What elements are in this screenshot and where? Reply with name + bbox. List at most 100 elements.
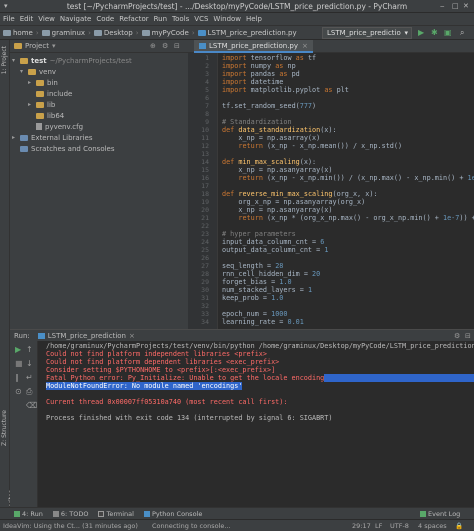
- settings-icon[interactable]: ⚙: [454, 332, 460, 340]
- project-tool-tab[interactable]: 1: Project: [1, 46, 8, 74]
- tool-tab-run[interactable]: 4: Run: [14, 510, 43, 518]
- menu-edit[interactable]: Edit: [20, 15, 34, 23]
- folder-icon: [3, 29, 11, 36]
- menu-navigate[interactable]: Navigate: [60, 15, 91, 23]
- tree-item-label: venv: [39, 67, 57, 76]
- up-icon[interactable]: ↑: [26, 345, 33, 354]
- editor-tab-label: LSTM_price_prediction.py: [209, 41, 299, 50]
- lock-icon[interactable]: 🔒: [455, 522, 463, 530]
- run-console[interactable]: /home/graminux/PycharmProjects/test/venv…: [38, 341, 474, 507]
- tree-item-label: bin: [47, 78, 58, 87]
- file-encoding[interactable]: UTF-8: [390, 522, 409, 530]
- code-line: return (x_np * (org_x_np.max() - org_x_n…: [238, 214, 474, 222]
- run-config-tab[interactable]: LSTM_price_prediction: [48, 332, 126, 340]
- trash-icon[interactable]: ⌫: [26, 401, 37, 410]
- close-icon[interactable]: ✕: [463, 2, 469, 10]
- pin-icon[interactable]: ⊙: [15, 387, 22, 396]
- bug-icon[interactable]: ✱: [431, 28, 438, 37]
- project-icon: [14, 43, 22, 49]
- play-icon[interactable]: ▶: [418, 28, 424, 37]
- close-tab-icon[interactable]: ×: [129, 332, 135, 340]
- tree-item-test[interactable]: ▾ test ~/PycharmProjects/test: [12, 55, 132, 66]
- tree-item-scratches[interactable]: Scratches and Consoles: [20, 143, 115, 154]
- rerun-icon[interactable]: ▶: [15, 345, 21, 354]
- menu-help[interactable]: Help: [246, 15, 262, 23]
- breadcrumb-file[interactable]: LSTM_price_prediction.py: [197, 29, 297, 37]
- console-line: /home/graminux/PycharmProjects/test/venv…: [46, 342, 474, 350]
- structure-tool-tab[interactable]: Z: Structure: [1, 410, 8, 446]
- settings-icon[interactable]: ⚙: [162, 42, 168, 50]
- sync-icon[interactable]: ⊕: [150, 42, 156, 50]
- menu-file[interactable]: File: [3, 15, 15, 23]
- menu-bar: File Edit View Navigate Code Refactor Ru…: [0, 13, 474, 25]
- wrap-icon[interactable]: ↵: [26, 373, 33, 382]
- print-icon[interactable]: ⎙: [26, 387, 32, 397]
- line-number: 3: [205, 70, 209, 78]
- tool-tab-python-console[interactable]: Python Console: [143, 510, 202, 518]
- tree-item-external-libraries[interactable]: ▸ External Libraries: [12, 132, 93, 143]
- tool-tab-label: Event Log: [428, 509, 461, 518]
- todo-icon: [52, 510, 59, 517]
- menu-run[interactable]: Run: [154, 15, 167, 23]
- menu-view[interactable]: View: [38, 15, 55, 23]
- tree-item-label: pyvenv.cfg: [45, 122, 84, 131]
- line-number: 30: [201, 286, 209, 294]
- close-tab-icon[interactable]: ×: [302, 42, 308, 50]
- run-config-label: LSTM_price_predictio: [327, 29, 401, 37]
- code-line: learning_rate = 0.01: [222, 318, 304, 326]
- breadcrumb-graminux[interactable]: graminux: [41, 28, 86, 37]
- stop-icon[interactable]: ■: [15, 359, 23, 368]
- line-number: 13: [201, 150, 209, 158]
- line-number: 24: [201, 238, 209, 246]
- folder-icon: [28, 68, 36, 75]
- minimize-icon[interactable]: ‒: [440, 2, 444, 10]
- menu-code[interactable]: Code: [96, 15, 114, 23]
- pause-icon[interactable]: ∥: [15, 373, 19, 382]
- tool-tab-event-log[interactable]: Event Log: [420, 510, 460, 518]
- breadcrumb-desktop[interactable]: Desktop: [93, 29, 133, 37]
- python-file-icon: [37, 332, 45, 339]
- code-line: import matplotlib.pyplot as plt: [222, 86, 349, 94]
- code-line: def reverse_min_max_scaling(org_x, x):: [222, 190, 378, 198]
- breadcrumb-label: home: [13, 28, 33, 37]
- indent-setting[interactable]: 4 spaces: [418, 522, 447, 530]
- line-number: 5: [205, 86, 209, 94]
- down-icon[interactable]: ↓: [26, 359, 33, 368]
- code-editor[interactable]: import tensorflow as tf import numpy as …: [218, 53, 474, 329]
- caret-position[interactable]: 29:17: [352, 522, 371, 530]
- library-icon: [20, 134, 28, 141]
- hide-icon[interactable]: ⊟: [465, 332, 471, 340]
- line-number: 14: [201, 158, 209, 166]
- line-separator[interactable]: LF: [375, 522, 382, 530]
- line-number: 21: [201, 214, 209, 222]
- coverage-icon[interactable]: ▣: [444, 28, 452, 37]
- tool-tab-todo[interactable]: 6: TODO: [52, 510, 88, 518]
- menu-window[interactable]: Window: [213, 15, 241, 23]
- tree-item-pyvenv[interactable]: pyvenv.cfg: [36, 121, 83, 132]
- tree-item-bin[interactable]: ▸ bin: [28, 77, 58, 88]
- tool-tab-terminal[interactable]: Terminal: [98, 509, 134, 518]
- search-icon[interactable]: ⌕: [460, 28, 464, 38]
- breadcrumb-mypycode[interactable]: myPyCode: [141, 29, 189, 37]
- tree-item-lib64[interactable]: lib64: [36, 110, 64, 121]
- tree-item-venv[interactable]: ▾ venv: [20, 66, 56, 77]
- breadcrumb-home[interactable]: home: [3, 29, 33, 37]
- tool-tab-label: Terminal: [106, 509, 134, 518]
- menu-tools[interactable]: Tools: [172, 15, 189, 23]
- code-line: import numpy as np: [222, 62, 296, 70]
- run-configuration-select[interactable]: LSTM_price_predictio ▾: [322, 27, 412, 39]
- code-line: import tensorflow as tf: [222, 54, 317, 62]
- tree-item-include[interactable]: include: [36, 88, 72, 99]
- menu-vcs[interactable]: VCS: [194, 15, 208, 23]
- code-line: x_np = np.asarray(x): [222, 134, 321, 142]
- maximize-icon[interactable]: □: [452, 2, 459, 10]
- project-panel-header[interactable]: Project ▾ ⊕ ⚙ ⊟: [10, 40, 188, 53]
- breadcrumb-label: graminux: [51, 28, 86, 37]
- folder-icon: [36, 79, 44, 86]
- tree-item-lib[interactable]: ▸ lib: [28, 99, 55, 110]
- status-message[interactable]: IdeaVim: Using the Ct... (31 minutes ago…: [3, 522, 138, 530]
- file-icon: [36, 123, 42, 130]
- hide-icon[interactable]: ⊟: [174, 42, 180, 50]
- menu-refactor[interactable]: Refactor: [119, 15, 148, 23]
- editor-tab[interactable]: LSTM_price_prediction.py ×: [194, 40, 313, 53]
